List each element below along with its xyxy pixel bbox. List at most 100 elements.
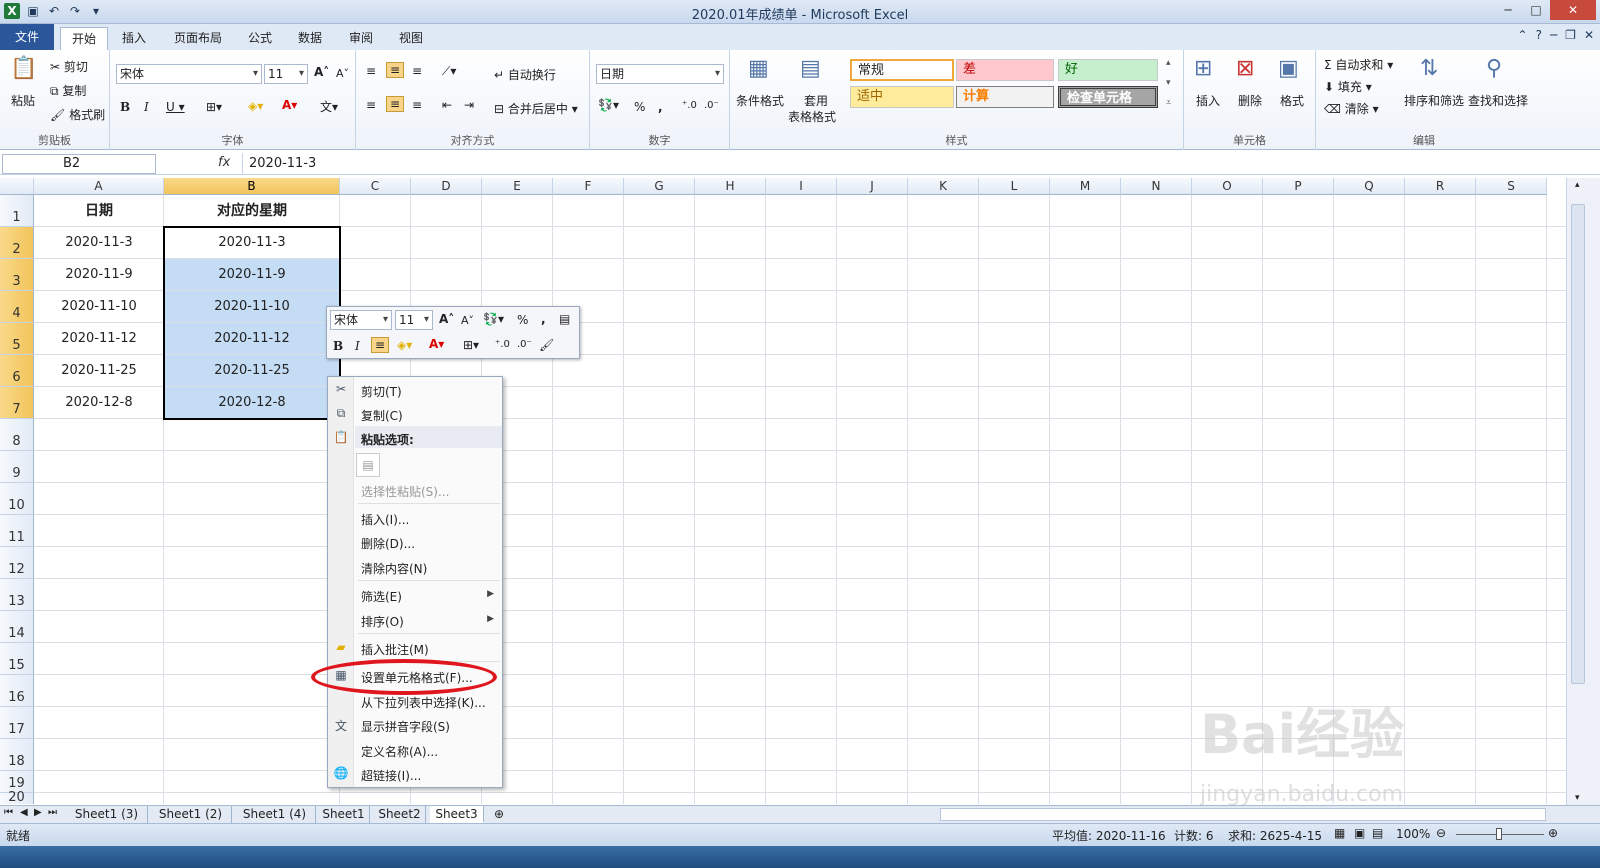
column-header[interactable]: I [766, 178, 837, 195]
menu-clear-contents[interactable]: 清除内容(N) [361, 560, 427, 577]
menu-copy[interactable]: 复制(C) [361, 407, 403, 424]
insert-sheet-icon[interactable]: ⊕ [494, 807, 504, 821]
currency-icon[interactable]: 💱▾ [598, 98, 619, 112]
column-header[interactable]: E [482, 178, 553, 195]
last-sheet-icon[interactable]: ⏭ [48, 807, 57, 818]
style-normal[interactable]: 常规 [850, 59, 954, 81]
insert-cells-button[interactable]: 插入 [1196, 92, 1220, 109]
sheet-tab[interactable]: Sheet1 [318, 806, 370, 823]
row-header[interactable]: 1 [0, 195, 34, 227]
mini-font-select[interactable]: 宋体 [330, 310, 392, 330]
mini-italic-icon[interactable]: I [355, 339, 360, 353]
decrease-indent-icon[interactable]: ⇤ [442, 98, 452, 112]
help-icon[interactable]: ? [1536, 28, 1542, 42]
row-header[interactable]: 15 [0, 643, 34, 675]
column-header[interactable]: O [1192, 178, 1263, 195]
sheet-tab[interactable]: Sheet1 (3) [66, 806, 148, 823]
column-header[interactable]: L [979, 178, 1050, 195]
cell[interactable]: 2020-11-9 [34, 259, 164, 291]
row-header[interactable]: 5 [0, 323, 34, 355]
row-header[interactable]: 3 [0, 259, 34, 291]
mini-increase-decimal-icon[interactable]: ⁺.0 [495, 339, 510, 350]
delete-cells-button[interactable]: 删除 [1238, 92, 1262, 109]
mini-percent-icon[interactable]: % [517, 313, 528, 327]
align-middle-icon[interactable]: ≡ [386, 62, 405, 78]
tab-home[interactable]: 开始 [60, 27, 108, 50]
zoom-in-icon[interactable]: ⊕ [1548, 826, 1558, 840]
conditional-format-button[interactable]: 条件格式 [736, 92, 784, 109]
cell[interactable]: 对应的星期 [164, 195, 340, 227]
row-header[interactable]: 10 [0, 483, 34, 515]
column-header[interactable]: H [695, 178, 766, 195]
row-header[interactable]: 9 [0, 451, 34, 483]
row-header[interactable]: 8 [0, 419, 34, 451]
mini-font-color-icon[interactable]: A▾ [429, 337, 444, 351]
mini-currency-icon[interactable]: 💱▾ [483, 312, 504, 326]
prev-sheet-icon[interactable]: ◀ [20, 807, 28, 818]
row-header[interactable]: 14 [0, 611, 34, 643]
cell[interactable]: 2020-11-10 [34, 291, 164, 323]
column-header[interactable]: B [164, 178, 340, 195]
mini-format-painter-icon[interactable]: 🖌 [539, 338, 554, 352]
menu-hyperlink[interactable]: 超链接(I)... [361, 767, 421, 784]
border-icon[interactable]: ⊞▾ [206, 100, 222, 114]
mini-decrease-decimal-icon[interactable]: .0⁻ [517, 339, 532, 350]
menu-delete[interactable]: 删除(D)... [361, 535, 415, 552]
tab-formulas[interactable]: 公式 [240, 27, 280, 50]
phonetic-icon[interactable]: 文▾ [320, 98, 338, 115]
font-color-icon[interactable]: A▾ [282, 98, 297, 112]
column-header[interactable]: N [1121, 178, 1192, 195]
column-header[interactable]: M [1050, 178, 1121, 195]
increase-indent-icon[interactable]: ⇥ [464, 98, 474, 112]
clear-button[interactable]: ⌫ 清除 ▾ [1324, 100, 1379, 117]
zoom-out-icon[interactable]: ⊖ [1436, 826, 1446, 840]
horizontal-scrollbar[interactable] [940, 808, 1546, 821]
menu-filter[interactable]: 筛选(E) [361, 588, 402, 605]
bold-icon[interactable]: B [120, 100, 130, 114]
row-header[interactable]: 7 [0, 387, 34, 419]
sheet-tab-active[interactable]: Sheet3 [430, 806, 484, 823]
format-painter-button[interactable]: 🖌 格式刷 [50, 106, 105, 123]
scroll-down-icon[interactable]: ▾ [1575, 793, 1580, 803]
fill-color-icon[interactable]: ◈▾ [248, 99, 263, 113]
insert-function-icon[interactable]: fx [218, 155, 230, 170]
mini-size-select[interactable]: 11 [395, 310, 433, 330]
tab-review[interactable]: 审阅 [340, 27, 382, 50]
cell[interactable]: 2020-12-8 [34, 387, 164, 419]
tab-file[interactable]: 文件 [0, 24, 54, 50]
vertical-scrollbar[interactable]: ▴ ▾ [1566, 178, 1600, 805]
sort-filter-button[interactable]: 排序和筛选 [1404, 92, 1464, 109]
font-name-select[interactable]: 宋体 [116, 64, 262, 84]
fill-button[interactable]: ⬇ 填充 ▾ [1324, 78, 1372, 95]
cell[interactable]: 2020-11-25 [34, 355, 164, 387]
mini-grow-font-icon[interactable]: A˄ [439, 312, 454, 326]
align-top-icon[interactable]: ≡ [366, 64, 376, 78]
sheet-tab[interactable]: Sheet1 (2) [150, 806, 232, 823]
comma-icon[interactable]: , [658, 100, 663, 114]
style-bad[interactable]: 差 [956, 59, 1054, 81]
scroll-thumb[interactable] [1571, 204, 1585, 684]
column-header[interactable]: Q [1334, 178, 1405, 195]
menu-sort[interactable]: 排序(O) [361, 613, 404, 630]
normal-view-icon[interactable]: ▦ [1334, 826, 1345, 840]
font-size-select[interactable]: 11 [264, 64, 308, 84]
copy-button[interactable]: ⧉ 复制 [50, 82, 86, 99]
cut-button[interactable]: ✂ 剪切 [50, 58, 88, 75]
menu-cut[interactable]: 剪切(T) [361, 383, 402, 400]
column-header[interactable]: A [34, 178, 164, 195]
menu-insert-comment[interactable]: 插入批注(M) [361, 641, 429, 658]
mini-fill-color-icon[interactable]: ◈▾ [397, 338, 412, 352]
merge-center-button[interactable]: ⊟ 合并后居中 ▾ [494, 100, 578, 117]
cell[interactable]: 日期 [34, 195, 164, 227]
column-header[interactable]: J [837, 178, 908, 195]
select-all-corner[interactable] [0, 178, 34, 195]
menu-insert[interactable]: 插入(I)... [361, 511, 409, 528]
menu-show-phonetic[interactable]: 显示拼音字段(S) [361, 718, 450, 735]
shrink-font-icon[interactable]: A˅ [336, 67, 349, 80]
column-header[interactable]: F [553, 178, 624, 195]
align-center-icon[interactable]: ≡ [386, 96, 405, 112]
column-header[interactable]: C [340, 178, 411, 195]
column-header[interactable]: P [1263, 178, 1334, 195]
paste-default-icon[interactable]: ▤ [356, 453, 380, 477]
zoom-slider-thumb[interactable] [1496, 828, 1502, 840]
